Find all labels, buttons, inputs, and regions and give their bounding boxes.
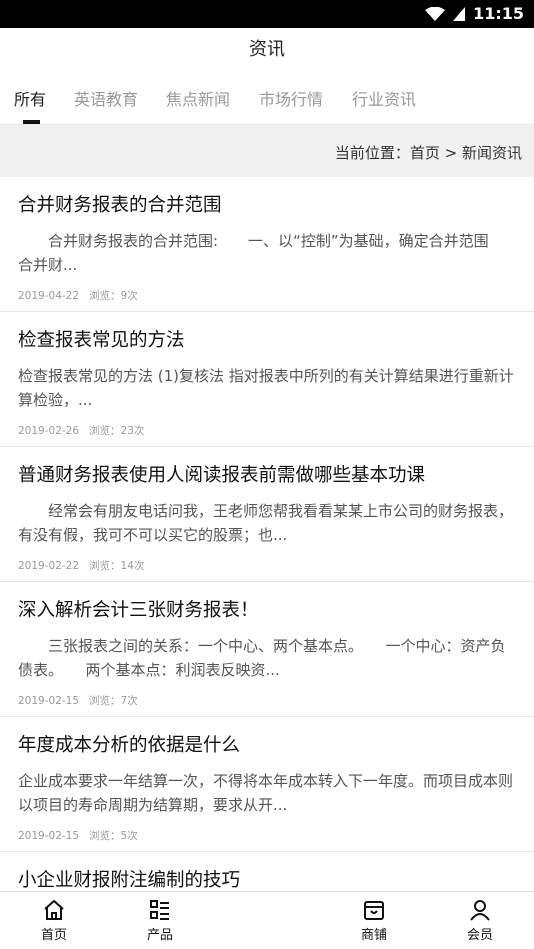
article-meta: 2019-04-22 浏览：9次	[18, 288, 148, 303]
article-date: 2019-02-26	[18, 425, 80, 437]
article-date: 2019-02-15	[18, 830, 80, 842]
bottom-navigation: 首页 产品 商铺 会员	[0, 891, 534, 949]
tab-industry-news[interactable]: 行业资讯	[352, 86, 416, 110]
article-views: 浏览：5次	[89, 830, 138, 842]
article-item[interactable]: 检查报表常见的方法 检查报表常见的方法 (1)复核法 指对报表中所列的有关计算结…	[0, 312, 534, 447]
article-date: 2019-02-15	[18, 695, 80, 707]
wifi-icon	[425, 6, 446, 21]
tab-english-education[interactable]: 英语教育	[74, 86, 138, 110]
article-title[interactable]: 深入解析会计三张财务报表！	[18, 596, 259, 622]
article-summary: 经常会有朋友电话问我，王老师您帮我看看某某上市公司的财务报表，有没有假，我可不可…	[18, 502, 514, 544]
breadcrumb: 当前位置：首页 > 新闻资讯	[0, 124, 534, 177]
article-meta: 2019-02-15 浏览：5次	[18, 828, 148, 843]
tab-all[interactable]: 所有	[14, 86, 46, 110]
article-title[interactable]: 小企业财报附注编制的技巧	[18, 866, 240, 892]
nav-shop[interactable]: 商铺	[344, 898, 404, 943]
article-views: 浏览：9次	[89, 290, 138, 302]
nav-products-label: 产品	[146, 928, 173, 943]
category-tabs: 所有 英语教育 焦点新闻 市场行情 行业资讯	[0, 72, 534, 124]
tab-market-quotes[interactable]: 市场行情	[259, 86, 323, 110]
status-bar: 11:15	[0, 0, 534, 28]
article-title[interactable]: 检查报表常见的方法	[18, 326, 185, 352]
nav-shop-label: 商铺	[360, 928, 387, 943]
shop-icon	[364, 901, 384, 920]
article-title[interactable]: 合并财务报表的合并范围	[18, 191, 222, 217]
nav-home[interactable]: 首页	[24, 898, 84, 943]
user-icon	[470, 900, 490, 921]
list-icon	[150, 900, 169, 920]
article-date: 2019-02-22	[18, 560, 80, 572]
nav-home-label: 首页	[40, 928, 67, 943]
signal-icon	[453, 6, 466, 21]
article-views: 浏览：14次	[89, 560, 145, 572]
article-views: 浏览：23次	[89, 425, 145, 437]
article-title[interactable]: 普通财务报表使用人阅读报表前需做哪些基本功课	[18, 461, 425, 487]
article-date: 2019-04-22	[18, 290, 80, 302]
article-summary: 三张报表之间的关系：一个中心、两个基本点。 一个中心：资产负债表。 两个基本点：…	[18, 637, 506, 679]
nav-products[interactable]: 产品	[130, 898, 190, 943]
article-summary: 合并财务报表的合并范围: 一、以“控制”为基础，确定合并范围 合并财...	[18, 232, 519, 274]
article-meta: 2019-02-15 浏览：7次	[18, 693, 148, 708]
article-list: 合并财务报表的合并范围 合并财务报表的合并范围: 一、以“控制”为基础，确定合并…	[0, 177, 534, 892]
article-summary: 检查报表常见的方法 (1)复核法 指对报表中所列的有关计算结果进行重新计算检验，…	[18, 367, 514, 409]
article-views: 浏览：7次	[89, 695, 138, 707]
page-title: 资讯	[249, 39, 285, 60]
article-title[interactable]: 年度成本分析的依据是什么	[18, 731, 240, 757]
status-right: 11:15	[425, 4, 524, 23]
article-meta: 2019-02-22 浏览：14次	[18, 558, 154, 573]
article-item[interactable]: 合并财务报表的合并范围 合并财务报表的合并范围: 一、以“控制”为基础，确定合并…	[0, 177, 534, 312]
article-summary: 企业成本要求一年结算一次，不得将本年成本转入下一年度。而项目成本则以项目的寿命周…	[18, 772, 514, 814]
article-item[interactable]: 小企业财报附注编制的技巧	[0, 852, 534, 892]
nav-member-label: 会员	[466, 928, 493, 943]
article-meta: 2019-02-26 浏览：23次	[18, 423, 154, 438]
nav-member[interactable]: 会员	[450, 898, 510, 943]
breadcrumb-text: 当前位置：首页 > 新闻资讯	[334, 144, 522, 162]
tab-focus-news[interactable]: 焦点新闻	[166, 86, 230, 110]
article-item[interactable]: 普通财务报表使用人阅读报表前需做哪些基本功课 经常会有朋友电话问我，王老师您帮我…	[0, 447, 534, 582]
article-item[interactable]: 深入解析会计三张财务报表！ 三张报表之间的关系：一个中心、两个基本点。 一个中心…	[0, 582, 534, 717]
home-icon	[44, 899, 64, 920]
article-item[interactable]: 年度成本分析的依据是什么 企业成本要求一年结算一次，不得将本年成本转入下一年度。…	[0, 717, 534, 852]
status-time: 11:15	[473, 4, 524, 23]
